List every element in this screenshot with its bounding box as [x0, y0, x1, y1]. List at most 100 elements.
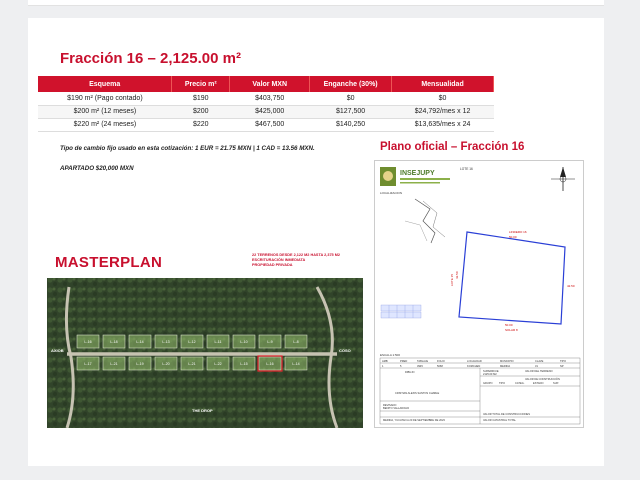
cell-esquema: $200 m² (12 meses) — [38, 105, 172, 119]
lot-label: L-9 — [267, 340, 272, 344]
owner-name: CRISTIAN ALEXIS SANTOS CHABLE — [395, 391, 439, 395]
tb-col-6: CLAVE — [535, 359, 544, 363]
tb-col-5: MUNICIPIO — [500, 359, 514, 363]
valor-construccion-label: VALOR DE CONSTRUCCIÓN — [525, 376, 560, 381]
revisor-name: BENITO VALLADOLID — [383, 406, 409, 410]
cell-mensualidad: $13,635/mes x 24 — [391, 118, 494, 132]
plan-drawing: INSEJUPY LOTE 16 LOCALIZACION LINDERO 16… — [379, 167, 581, 425]
north-arrow-icon — [551, 167, 575, 191]
col-header-mensualidad: Mensualidad — [391, 76, 494, 92]
tb-val-0: 1 — [382, 364, 384, 368]
dibujo-label: DIBUJO — [405, 370, 415, 374]
superficie-value: 2125.00 M2 — [483, 372, 497, 376]
page-title: Fracción 16 – 2,125.00 m² — [60, 50, 241, 67]
pricing-header-row: Esquema Precio m² Valor MXN Enganche (30… — [38, 76, 494, 92]
exchange-rate-note: Tipo de cambio fijo usado en esta cotiza… — [60, 145, 315, 152]
lot-label: L-16 — [84, 340, 91, 344]
table-row: $190 m² (Pago contado) $190 $403,750 $0 … — [38, 92, 494, 106]
lot-label: L-11 — [215, 340, 222, 344]
cell-esquema: $190 m² (Pago contado) — [38, 92, 172, 106]
lot-label: L-8 — [293, 340, 298, 344]
col-header-valor: Valor MXN — [229, 76, 311, 92]
cell-enganche: $0 — [309, 92, 392, 106]
tb-val-5: MERIDA — [500, 364, 510, 368]
col-header-enganche: Enganche (30%) — [309, 76, 393, 92]
lot-label: L-14 — [136, 340, 143, 344]
cell-precio: $220 — [171, 118, 230, 132]
lot-label: L-13 — [162, 340, 169, 344]
cell-mensualidad: $0 — [391, 92, 494, 106]
pricing-table: Esquema Precio m² Valor MXN Enganche (30… — [38, 76, 494, 132]
logo-subline — [400, 178, 450, 180]
tb-val-4: KOMCHEN — [467, 364, 480, 368]
lot-label: L-21 — [110, 362, 117, 366]
lot-boundary — [458, 231, 566, 325]
tb-col-7: TIPO — [560, 359, 566, 363]
valor-terreno-label: VALOR DEL TERRENO — [525, 369, 553, 373]
cell-valor: $467,500 — [229, 118, 310, 132]
page-top-edge — [28, 0, 604, 6]
masterplan-title: MASTERPLAN — [55, 254, 163, 271]
construccion-col-3: ESTADO — [533, 381, 543, 385]
lot-label: L-10 — [240, 340, 247, 344]
lots-top-row: L-16 L-18 L-14 L-13 L-12 L-11 L-10 L-9 L-8 — [76, 334, 308, 349]
construccion-col-4: SUP. — [553, 381, 559, 385]
localizacion-label: LOCALIZACION — [380, 191, 402, 195]
tb-val-6: 31 — [535, 364, 538, 368]
dim-left: 42.50 — [455, 271, 459, 279]
tb-col-0: AMB — [382, 359, 388, 363]
valor-total-label: VALOR TOTAL DE CONSTRUCCIONES — [483, 412, 530, 416]
adjacent-lots — [380, 304, 422, 319]
lot-label: L-18 — [110, 340, 117, 344]
place-date: MERIDA, YUCATAN A 20 DE SEPTIEMBRE DE 20… — [383, 418, 445, 422]
cell-precio: $190 — [171, 92, 230, 106]
dim-bottom: 50.00 — [505, 323, 513, 327]
table-row: $220 m² (24 meses) $220 $467,500 $140,25… — [38, 118, 494, 132]
cell-mensualidad: $24,792/mes x 12 — [391, 105, 494, 119]
tb-val-7: NP — [560, 364, 564, 368]
label-left: AXIOB — [51, 348, 64, 353]
lot-label: L-19 — [136, 362, 143, 366]
construccion-col-2: CATEG. — [515, 381, 525, 385]
lot-label: L-14 — [292, 362, 299, 366]
lot-label: L-21 — [188, 362, 195, 366]
masterplan-subtitle: 22 TERRENOS DESDE 2,122 M2 HASTA 2,375 M… — [252, 253, 340, 268]
masterplan-image: L-16 L-18 L-14 L-13 L-12 L-11 L-10 L-9 L-8 L-17 L… — [47, 247, 363, 428]
edge-bottom-label: SOLAR 8 — [505, 328, 518, 332]
edge-top-label: LINDERO 16 — [509, 230, 527, 234]
tb-col-2: TABLAJE — [417, 359, 428, 363]
logo-text: INSEJUPY — [400, 170, 435, 177]
subtitle-line: PROPIEDAD PRIVADA — [252, 263, 293, 267]
cell-valor: $425,000 — [229, 105, 310, 119]
valor-catastral-label: VALOR CATASTRAL TOTAL — [483, 418, 516, 422]
cell-precio: $200 — [171, 105, 230, 119]
cell-esquema: $220 m² (24 meses) — [38, 118, 172, 132]
lot-label: L-17 — [84, 362, 91, 366]
official-plan: INSEJUPY LOTE 16 LOCALIZACION LINDERO 16… — [374, 160, 584, 428]
lot-label: L-16 — [266, 362, 273, 366]
tb-col-3: FOLIO — [437, 359, 445, 363]
tb-val-2: 3945 — [417, 364, 423, 368]
construccion-col-1: TIPO — [499, 381, 505, 385]
tb-col-1: PRED — [400, 359, 407, 363]
lote-label: LOTE 16 — [460, 167, 473, 171]
cell-enganche: $140,250 — [309, 118, 392, 132]
edge-left-label: LOTE 15 — [450, 274, 454, 286]
label-right: COSO — [339, 348, 351, 353]
construccion-col-0: GRUPO — [483, 381, 493, 385]
escala-label: ESCALA 1:500 — [380, 353, 400, 357]
tb-val-1: 5 — [400, 364, 402, 368]
lot-label: L-12 — [188, 340, 195, 344]
dim-right: 42.50 — [567, 284, 575, 288]
tb-col-4: LOCALIDAD — [467, 359, 482, 363]
cell-valor: $403,750 — [229, 92, 310, 106]
plano-title: Plano oficial – Fracción 16 — [380, 141, 525, 153]
location-map — [404, 198, 446, 244]
lot-label: L-20 — [162, 362, 169, 366]
lots-bottom-row: L-17 L-21 L-19 L-20 L-21 L-22 L-15 L-16 L-14 — [76, 355, 308, 372]
dim-top: 50.00 — [509, 235, 517, 239]
lot-label: L-22 — [214, 362, 221, 366]
label-bottom: THE DROP — [192, 408, 213, 413]
state-seal-inner — [383, 171, 393, 181]
cell-enganche: $127,500 — [309, 105, 392, 119]
